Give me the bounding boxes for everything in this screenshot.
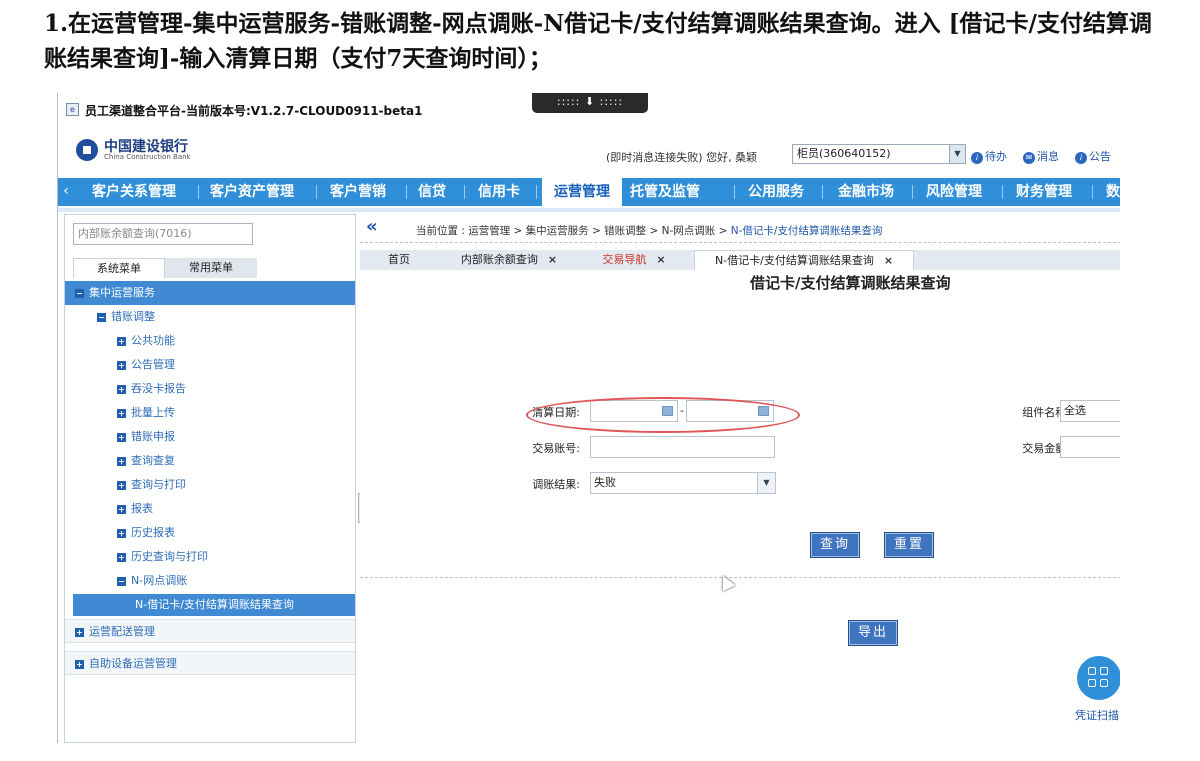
component-label: 组件名称: bbox=[1022, 406, 1070, 419]
nav-item-public-service[interactable]: 公用服务 bbox=[748, 178, 804, 206]
content-tabbar: 首页 内部账余额查询 × 交易导航 × N-借记卡/支付结算调账结果查询 × bbox=[360, 250, 1120, 270]
message-link[interactable]: ✉ 消息 bbox=[1023, 148, 1059, 164]
role-select[interactable]: 柜员(360640152) ▼ bbox=[792, 144, 966, 164]
expand-icon: + bbox=[117, 552, 126, 562]
component-select[interactable]: 全选 bbox=[1060, 400, 1120, 422]
expand-icon: + bbox=[117, 504, 126, 514]
notice-link[interactable]: i 公告 bbox=[1075, 148, 1111, 164]
notice-icon: i bbox=[1075, 152, 1087, 164]
tab-system-menu[interactable]: 系统菜单 bbox=[73, 258, 165, 278]
query-button[interactable]: 查询 bbox=[810, 532, 860, 558]
nav-item-marketing[interactable]: 客户营销 bbox=[330, 178, 386, 206]
nav-item-more[interactable]: 数 bbox=[1106, 178, 1120, 206]
chevron-down-icon[interactable]: ▼ bbox=[757, 473, 775, 493]
nav-item-custody[interactable]: 托管及监管 bbox=[630, 178, 700, 206]
nav-item-finance[interactable]: 财务管理 bbox=[1016, 178, 1072, 206]
expand-icon: + bbox=[117, 456, 126, 466]
window-title: 员工渠道整合平台-当前版本号:V1.2.7-CLOUD0911-beta1 bbox=[85, 104, 423, 118]
close-icon[interactable]: × bbox=[656, 253, 665, 266]
voucher-scan-label: 凭证扫描 bbox=[1075, 709, 1119, 722]
tree-item[interactable]: + 历史报表 bbox=[65, 521, 355, 545]
double-chevron-left-icon[interactable]: « bbox=[366, 218, 388, 238]
account-label: 交易账号: bbox=[532, 442, 580, 455]
expand-icon: + bbox=[117, 432, 126, 442]
expand-icon: + bbox=[117, 408, 126, 418]
close-icon[interactable]: × bbox=[548, 253, 557, 266]
sidebar-tabs: 系统菜单 常用菜单 bbox=[73, 258, 257, 278]
breadcrumb: 当前位置 : 运营管理 > 集中运营服务 > 错账调整 > N-网点调账 > N… bbox=[416, 225, 883, 237]
tree-item[interactable]: + 公告管理 bbox=[65, 353, 355, 377]
expand-icon: + bbox=[117, 336, 126, 346]
tree-item[interactable]: + 历史查询与打印 bbox=[65, 545, 355, 569]
nav-item-operations[interactable]: 运营管理 bbox=[542, 178, 622, 206]
nav-item-customer-relation[interactable]: 客户关系管理 bbox=[92, 178, 176, 206]
grid-icon bbox=[1088, 667, 1096, 675]
nav-item-customer-assets[interactable]: 客户资产管理 bbox=[210, 178, 294, 206]
tab-common-menu[interactable]: 常用菜单 bbox=[165, 258, 257, 278]
nav-item-credit-card[interactable]: 信用卡 bbox=[478, 178, 520, 206]
tree-item-n-branch-adjust[interactable]: − N-网点调账 bbox=[65, 569, 355, 593]
tab-trade-nav[interactable]: 交易导航 × bbox=[584, 250, 684, 270]
tree-item[interactable]: + 公共功能 bbox=[65, 329, 355, 353]
tree-item[interactable]: + 批量上传 bbox=[65, 401, 355, 425]
sidebar-search-input[interactable]: 内部账余额查询(7016) bbox=[73, 223, 253, 245]
todo-link[interactable]: i 待办 bbox=[971, 148, 1007, 164]
expand-icon: + bbox=[117, 360, 126, 370]
message-icon: ✉ bbox=[1023, 152, 1035, 164]
main-content: « 当前位置 : 运营管理 > 集中运营服务 > 错账调整 > N-网点调账 >… bbox=[360, 214, 1120, 743]
result-label: 调账结果: bbox=[532, 478, 580, 491]
main-nav: ‹ 客户关系管理 客户资产管理 客户营销 信贷 信用卡 运营管理 托管及监管 公… bbox=[58, 178, 1120, 206]
role-select-value: 柜员(360640152) bbox=[797, 147, 891, 160]
user-status-text: (即时消息连接失败) 您好, 桑颖 bbox=[606, 151, 758, 164]
tree-item[interactable]: + 查询查复 bbox=[65, 449, 355, 473]
expand-icon: + bbox=[117, 384, 126, 394]
app-header: 中国建设银行 China Construction Bank (即时消息连接失败… bbox=[58, 129, 1120, 173]
window-titlebar: e 员工渠道整合平台-当前版本号:V1.2.7-CLOUD0911-beta1 … bbox=[58, 93, 1120, 129]
tree-item-central-ops[interactable]: − 集中运营服务 bbox=[65, 281, 355, 305]
voucher-scan-button[interactable] bbox=[1077, 656, 1120, 700]
expand-icon: + bbox=[117, 480, 126, 490]
expand-icon: + bbox=[75, 627, 84, 637]
amount-input[interactable] bbox=[1060, 436, 1120, 458]
collapse-icon: − bbox=[97, 312, 106, 322]
export-button[interactable]: 导出 bbox=[848, 620, 898, 646]
reset-button[interactable]: 重置 bbox=[884, 532, 934, 558]
app-icon: e bbox=[66, 103, 79, 116]
tree-item[interactable]: + 报表 bbox=[65, 497, 355, 521]
remote-toolbar-handle[interactable]: ::::: ⬇ ::::: bbox=[532, 93, 648, 113]
tab-home[interactable]: 首页 bbox=[374, 250, 424, 270]
ccb-logo-icon bbox=[76, 139, 98, 161]
app-window: e 员工渠道整合平台-当前版本号:V1.2.7-CLOUD0911-beta1 … bbox=[57, 93, 1120, 743]
nav-item-financial-market[interactable]: 金融市场 bbox=[838, 178, 894, 206]
tab-debit-card-result[interactable]: N-借记卡/支付结算调账结果查询 × bbox=[694, 250, 914, 270]
todo-icon: i bbox=[971, 152, 983, 164]
tree-item-self-service[interactable]: + 自助设备运营管理 bbox=[65, 651, 355, 675]
collapse-icon: − bbox=[117, 576, 126, 586]
logo-text-en: China Construction Bank bbox=[104, 153, 191, 161]
expand-icon: + bbox=[117, 528, 126, 538]
expand-icon: + bbox=[75, 659, 84, 669]
collapse-icon: − bbox=[75, 288, 84, 298]
nav-item-risk[interactable]: 风险管理 bbox=[926, 178, 982, 206]
sidebar: 内部账余额查询(7016) 系统菜单 常用菜单 − 集中运营服务 − 错账调整 + 公… bbox=[64, 214, 356, 743]
tree-item[interactable]: + 吞没卡报告 bbox=[65, 377, 355, 401]
amount-label: 交易金额: bbox=[1022, 442, 1070, 455]
tree-item-error-adjust[interactable]: − 错账调整 bbox=[65, 305, 355, 329]
result-select[interactable]: 失败 ▼ bbox=[590, 472, 776, 494]
highlight-annotation bbox=[526, 397, 800, 433]
account-input[interactable] bbox=[590, 436, 775, 458]
document-heading: 1.在运营管理-集中运营服务-错账调整-网点调账-N借记卡/支付结算调账结果查询… bbox=[44, 10, 1152, 72]
tree-item-selected[interactable]: N-借记卡/支付结算调账结果查询 bbox=[73, 594, 355, 616]
tab-internal-balance[interactable]: 内部账余额查询 × bbox=[444, 250, 574, 270]
nav-scroll-left-icon[interactable]: ‹ bbox=[60, 178, 72, 206]
nav-item-credit[interactable]: 信贷 bbox=[418, 178, 446, 206]
tree-item[interactable]: + 查询与打印 bbox=[65, 473, 355, 497]
close-icon[interactable]: × bbox=[884, 254, 893, 267]
chevron-down-icon[interactable]: ▼ bbox=[949, 145, 965, 163]
form-title: 借记卡/支付结算调账结果查询 bbox=[750, 274, 951, 292]
tree-item[interactable]: + 错账申报 bbox=[65, 425, 355, 449]
tree-item-delivery[interactable]: + 运营配送管理 bbox=[65, 619, 355, 643]
